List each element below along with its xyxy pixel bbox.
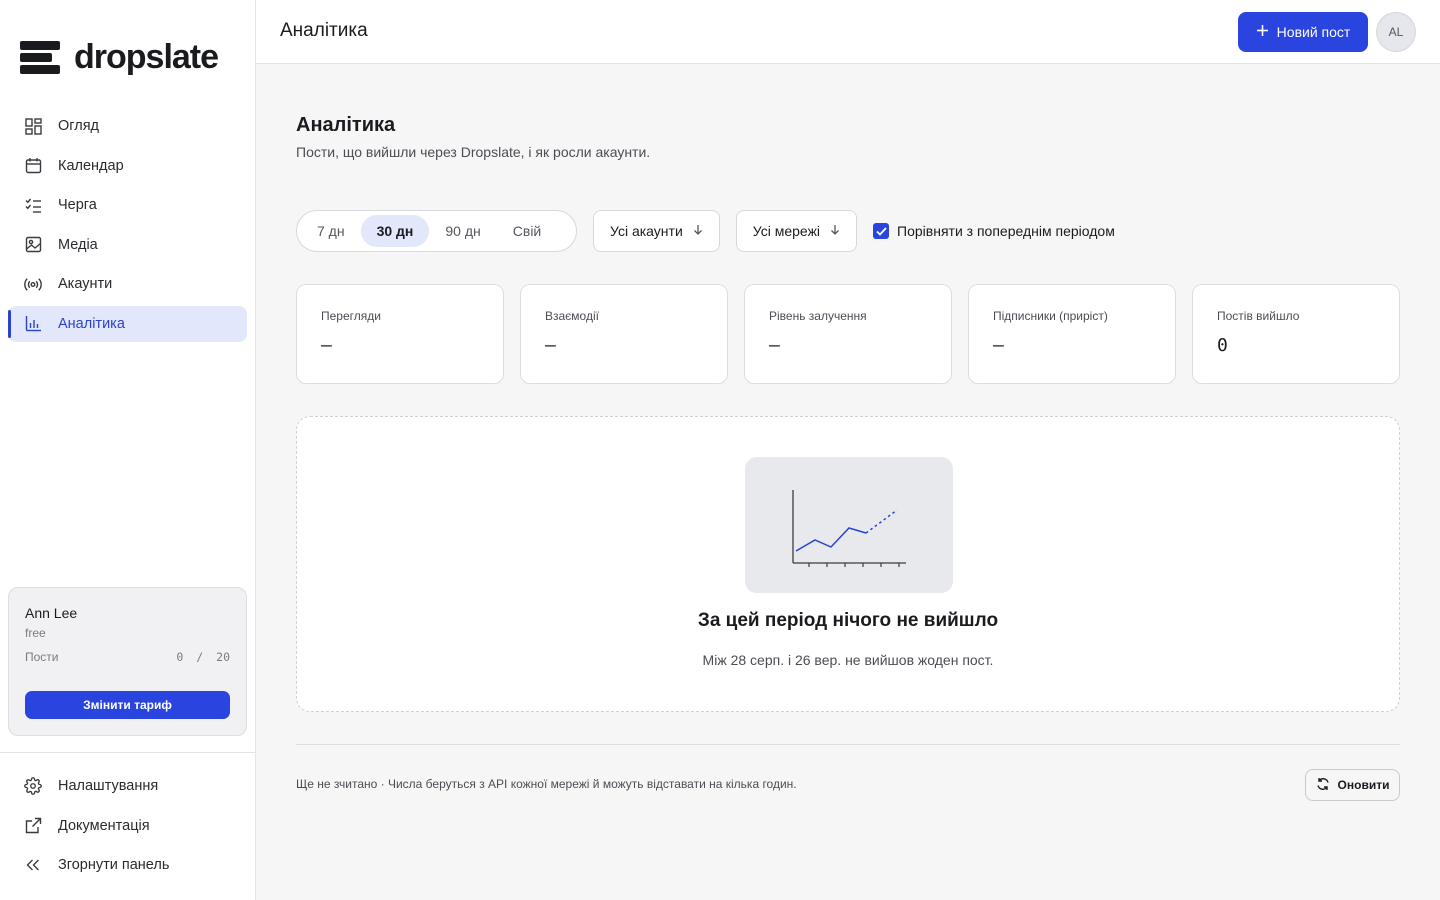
page-title: Аналітика (296, 114, 396, 136)
sync-note: Ще не зчитано · Числа беруться з API кож… (296, 777, 797, 791)
stat-card-engagement: Рівень залучення — (744, 284, 952, 384)
sidebar-item-media[interactable]: Медіа (8, 227, 247, 263)
page-subtitle: Пости, що вийшли через Dropslate, і як р… (296, 144, 651, 160)
sidebar-item-overview[interactable]: Огляд (8, 108, 247, 144)
avatar[interactable]: AL (1376, 12, 1416, 52)
gear-icon (24, 777, 42, 795)
arrow-down-icon (830, 224, 840, 238)
brand-logo[interactable]: dropslate (20, 38, 219, 77)
filters-bar: 7 дн 30 дн 90 дн Свій Усі акаунти Усі ме… (296, 210, 1115, 252)
new-post-label: Новий пост (1276, 24, 1351, 40)
sidebar-item-collapse[interactable]: Згорнути панель (8, 847, 247, 883)
networks-dropdown-label: Усі мережі (752, 223, 821, 239)
compare-toggle[interactable]: Порівняти з попереднім періодом (873, 223, 1115, 239)
plan-tier: free (25, 626, 46, 640)
header-title: Аналітика (280, 20, 368, 41)
sidebar-item-label: Налаштування (58, 778, 159, 794)
range-90d[interactable]: 90 дн (429, 215, 496, 247)
refresh-button[interactable]: Оновити (1305, 769, 1400, 801)
plus-icon (1256, 24, 1269, 40)
posts-usage: Пости 0 / 20 (25, 650, 230, 664)
divider (0, 752, 256, 753)
range-custom[interactable]: Свій (497, 215, 557, 247)
checklist-icon (24, 196, 42, 214)
sidebar: dropslate Огляд Календар Черга Медіа Ака… (0, 0, 256, 900)
top-bar: Аналітика Новий пост AL (256, 0, 1440, 64)
empty-state-title: За цей період нічого не вийшло (697, 610, 999, 631)
sidebar-item-label: Згорнути панель (58, 857, 170, 873)
bar-chart-icon (24, 315, 42, 333)
stat-value: — (993, 335, 1004, 356)
networks-dropdown[interactable]: Усі мережі (735, 210, 858, 252)
sidebar-item-docs[interactable]: Документація (8, 808, 247, 844)
posts-used: 0 (176, 650, 184, 664)
posts-usage-label: Пости (25, 650, 59, 664)
plan-card: Ann Lee free Пости 0 / 20 Змінити тариф (8, 587, 247, 736)
sidebar-bottom-nav: Налаштування Документація Згорнути панел… (8, 768, 247, 887)
brand-name: dropslate (74, 38, 219, 76)
sidebar-item-queue[interactable]: Черга (8, 187, 247, 223)
sidebar-item-label: Медіа (58, 236, 98, 253)
empty-chart-illustration (745, 457, 953, 593)
double-chevron-left-icon (24, 856, 42, 874)
empty-state-subtitle: Між 28 серп. і 26 вер. не вийшов жоден п… (702, 652, 994, 668)
posts-usage-count: 0 / 20 (176, 650, 230, 664)
empty-state: За цей період нічого не вийшло Між 28 се… (296, 416, 1400, 712)
user-name: Ann Lee (25, 605, 78, 621)
arrow-down-icon (693, 224, 703, 238)
posts-separator: / (196, 650, 204, 664)
sidebar-item-label: Календар (58, 157, 124, 174)
compare-checkbox[interactable] (873, 223, 890, 239)
stat-label: Рівень залучення (769, 309, 867, 323)
refresh-icon (1316, 777, 1330, 794)
range-30d[interactable]: 30 дн (360, 215, 430, 247)
sidebar-item-label: Акаунти (58, 276, 113, 292)
range-7d[interactable]: 7 дн (301, 215, 361, 247)
refresh-label: Оновити (1337, 778, 1390, 792)
main-content: Аналітика Пости, що вийшли через Dropsla… (296, 64, 1400, 900)
divider (296, 744, 1400, 745)
sidebar-item-analytics[interactable]: Аналітика (8, 305, 247, 342)
sidebar-item-label: Документація (58, 817, 150, 834)
stat-label: Підписники (приріст) (993, 309, 1108, 323)
stat-value: — (769, 335, 780, 356)
external-link-icon (24, 817, 42, 835)
stat-value: — (321, 335, 332, 356)
stat-card-views: Перегляди — (296, 284, 504, 384)
sidebar-item-label: Огляд (58, 118, 100, 134)
new-post-button[interactable]: Новий пост (1238, 12, 1368, 52)
stat-card-posts: Постів вийшло 0 (1192, 284, 1400, 384)
posts-limit: 20 (216, 650, 230, 664)
sidebar-nav: Огляд Календар Черга Медіа Акаунти Аналі… (8, 108, 247, 345)
sidebar-item-accounts[interactable]: Акаунти (8, 266, 247, 302)
compare-label: Порівняти з попереднім періодом (897, 223, 1115, 239)
sidebar-item-calendar[interactable]: Календар (8, 148, 247, 184)
stat-card-followers: Підписники (приріст) — (968, 284, 1176, 384)
stat-value: 0 (1217, 335, 1228, 356)
change-plan-button[interactable]: Змінити тариф (25, 691, 230, 719)
sidebar-item-label: Черга (58, 197, 97, 213)
image-icon (24, 236, 42, 254)
stats-row: Перегляди — Взаємодії — Рівень залучення… (296, 284, 1400, 384)
range-selector: 7 дн 30 дн 90 дн Свій (296, 210, 577, 252)
broadcast-icon (24, 275, 42, 293)
logo-icon (20, 40, 60, 75)
sidebar-item-settings[interactable]: Налаштування (8, 768, 247, 804)
accounts-dropdown-label: Усі акаунти (610, 223, 683, 239)
stat-value: — (545, 335, 556, 356)
stat-label: Перегляди (321, 309, 381, 323)
accounts-dropdown[interactable]: Усі акаунти (593, 210, 720, 252)
stat-label: Постів вийшло (1217, 309, 1300, 323)
grid-icon (24, 117, 42, 135)
stat-label: Взаємодії (545, 309, 599, 323)
stat-card-interactions: Взаємодії — (520, 284, 728, 384)
calendar-icon (24, 157, 42, 175)
sidebar-item-label: Аналітика (58, 315, 125, 332)
